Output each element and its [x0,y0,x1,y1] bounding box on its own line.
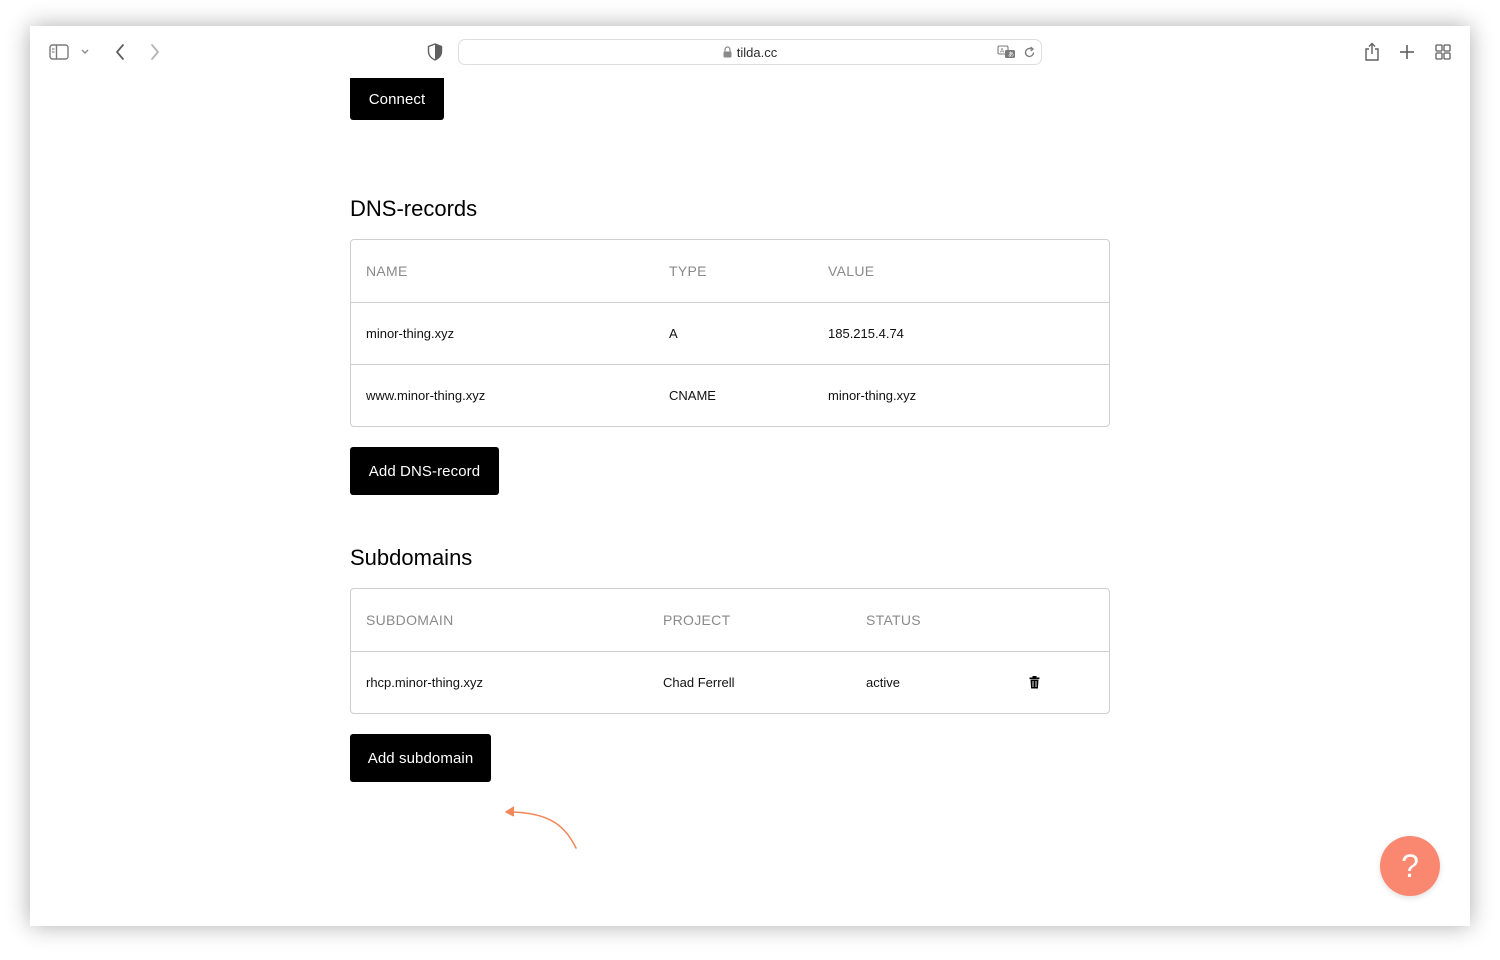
table-header-row: SUBDOMAIN PROJECT STATUS [351,589,1109,651]
browser-window: tilda.cc Aあ Connect DNS-records NAME TYP… [30,26,1470,926]
lock-icon [723,46,732,58]
back-icon[interactable] [110,40,130,64]
dns-value: 185.215.4.74 [828,326,904,341]
dns-name: www.minor-thing.xyz [366,388,486,403]
address-bar[interactable]: tilda.cc Aあ [458,39,1042,65]
chevron-down-icon[interactable] [79,46,91,58]
dns-type: CNAME [669,388,716,403]
translate-icon[interactable]: Aあ [997,44,1017,60]
reload-icon[interactable] [1021,44,1037,60]
annotation-arrow [505,806,577,849]
subdomain-status: active [866,675,900,690]
forward-icon[interactable] [145,40,165,64]
trash-icon[interactable] [1029,652,1040,713]
subdomains-table: SUBDOMAIN PROJECT STATUS rhcp.minor-thin… [350,588,1110,714]
svg-text:あ: あ [1008,52,1014,59]
sidebar-icon[interactable] [48,42,70,62]
url-text: tilda.cc [736,44,778,60]
column-header-status: STATUS [866,612,921,628]
dns-value: minor-thing.xyz [828,388,917,403]
add-dns-record-button[interactable]: Add DNS-record [350,447,499,495]
share-icon[interactable] [1362,40,1382,64]
column-header-subdomain: SUBDOMAIN [366,612,454,628]
dns-records-table: NAME TYPE VALUE minor-thing.xyz A 185.21… [350,239,1110,427]
table-row: rhcp.minor-thing.xyz Chad Ferrell active [351,651,1109,713]
table-row: minor-thing.xyz A 185.215.4.74 [351,302,1109,364]
help-button[interactable]: ? [1380,836,1440,896]
tabs-grid-icon[interactable] [1433,42,1453,62]
column-header-project: PROJECT [663,612,731,628]
add-subdomain-button[interactable]: Add subdomain [350,734,491,782]
page-content: Connect DNS-records NAME TYPE VALUE mino… [30,78,1470,926]
column-header-type: TYPE [669,263,707,279]
column-header-name: NAME [366,263,408,279]
subdomain-project: Chad Ferrell [663,675,735,690]
shield-icon[interactable] [426,42,444,62]
table-header-row: NAME TYPE VALUE [351,240,1109,302]
question-icon: ? [1401,847,1419,884]
subdomain-name: rhcp.minor-thing.xyz [366,675,484,690]
table-row: www.minor-thing.xyz CNAME minor-thing.xy… [351,364,1109,426]
subdomains-title: Subdomains [350,545,473,570]
plus-icon[interactable] [1397,42,1417,62]
column-header-value: VALUE [828,263,875,279]
dns-name: minor-thing.xyz [366,326,455,341]
dns-records-title: DNS-records [350,196,478,221]
browser-toolbar: tilda.cc Aあ [30,26,1470,78]
dns-type: A [669,326,678,341]
connect-button[interactable]: Connect [350,78,444,120]
